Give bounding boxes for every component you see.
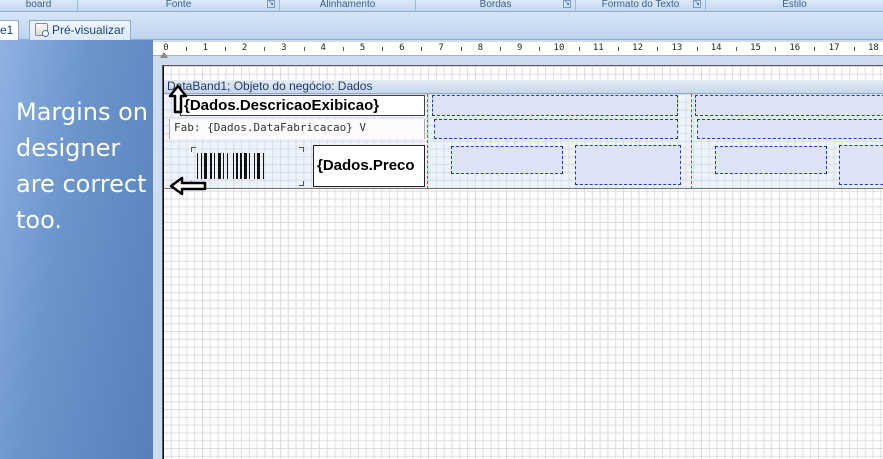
ruler-tick <box>264 47 266 51</box>
placeholder-fab-col3[interactable] <box>697 119 883 139</box>
preview-icon <box>35 23 49 37</box>
barcode-bar <box>263 153 264 179</box>
placeholder-preco-col3[interactable] <box>839 145 883 185</box>
placeholder-desc-col3[interactable] <box>695 95 883 116</box>
dialog-launcher-icon[interactable]: ↘ <box>267 0 275 8</box>
ribbon-group-bar: board Fonte ↘ Alinhamento Bordas ↘ Formato… <box>0 0 883 12</box>
ruler-number: 3 <box>281 43 287 53</box>
ribbon-group-borders: Bordas ↘ <box>416 0 576 12</box>
ruler-number: 17 <box>828 43 840 53</box>
ruler-number: 1 <box>202 43 209 53</box>
tab-page1[interactable]: e1 <box>0 20 20 40</box>
placeholder-fab-col2[interactable] <box>434 119 678 139</box>
ruler-tick <box>303 47 305 51</box>
ruler-tick <box>696 47 698 51</box>
ruler-tick <box>500 47 502 51</box>
ribbon-group-label: Bordas <box>479 0 512 10</box>
ribbon-group-alignment: Alinhamento <box>280 0 416 12</box>
barcode-bar <box>227 153 229 179</box>
ruler-number: 4 <box>320 43 326 53</box>
field-descricao[interactable]: {Dados.DescricaoExibicao} <box>180 95 425 116</box>
ribbon-group-label: Alinhamento <box>319 0 376 10</box>
document-tab-strip: e1 Pré-visualizar <box>0 12 883 40</box>
ruler-tick <box>224 47 226 51</box>
ribbon-group-label: Estilo <box>782 0 807 10</box>
column-margin-line <box>427 94 428 189</box>
ruler-tick <box>853 47 855 51</box>
databand[interactable]: {Dados.DescricaoExibicao} Fab: {Dados.Da… <box>163 94 883 189</box>
annotation-text: Margins on designer are correct too. <box>16 98 148 234</box>
ruler-number: 18 <box>867 43 879 53</box>
ruler-number: 7 <box>438 43 444 53</box>
barcode-bar <box>232 153 234 179</box>
ruler-number: 6 <box>399 43 405 53</box>
barcode-bar <box>253 153 255 179</box>
ruler-tick <box>814 47 816 51</box>
horizontal-ruler: 0 1 2 3 4 5 6 7 8 9 10 11 12 13 14 15 16 17 18 <box>153 42 883 56</box>
selection-corner <box>299 147 304 152</box>
ruler-number: 15 <box>750 43 761 53</box>
ruler-number: 12 <box>632 43 644 53</box>
tab-label: Pré-visualizar <box>52 23 125 37</box>
placeholder-preco-col2[interactable] <box>575 145 681 185</box>
ribbon-group-label: Fonte <box>165 0 192 10</box>
ruler-tick <box>342 47 344 51</box>
placeholder-barcode-col2[interactable] <box>451 146 563 174</box>
ruler-tick <box>775 47 777 51</box>
ribbon-group-clipboard: board <box>0 0 78 12</box>
barcode-bar <box>209 153 212 179</box>
column-margin-line <box>691 94 692 189</box>
ruler-tick <box>735 47 737 51</box>
barcode-bar <box>213 153 215 179</box>
arrow-up-icon <box>168 84 188 114</box>
ruler-number: 2 <box>241 43 248 53</box>
barcode-bar <box>235 153 238 179</box>
dialog-launcher-icon[interactable]: ↘ <box>693 0 701 8</box>
ruler-tick <box>382 47 384 51</box>
selection-corner <box>299 181 304 186</box>
arrow-left-icon <box>169 176 207 196</box>
field-preco[interactable]: {Dados.Preco <box>313 145 425 187</box>
ribbon-group-label: Formato do Texto <box>601 0 680 10</box>
barcode-bar <box>249 153 251 179</box>
ruler-number: 5 <box>359 43 366 53</box>
placeholder-desc-col2[interactable] <box>432 95 678 116</box>
ruler-tick <box>657 47 659 51</box>
placeholder-barcode-col3[interactable] <box>715 146 827 174</box>
ribbon-group-style: Estilo <box>706 0 883 12</box>
barcode-bar <box>240 153 242 179</box>
ruler-tick <box>578 47 580 51</box>
ruler-number: 9 <box>516 43 523 53</box>
tab-preview[interactable]: Pré-visualizar <box>29 20 131 40</box>
ruler-tick <box>421 47 423 51</box>
ruler-number: 11 <box>592 43 604 53</box>
barcode-bar <box>218 153 221 179</box>
ribbon-group-text-format: Formato do Texto ↘ <box>576 0 706 12</box>
ruler-number: 10 <box>553 43 565 53</box>
ruler-number: 8 <box>477 43 484 53</box>
ruler-tick <box>617 47 619 51</box>
ruler-margin-marker[interactable] <box>160 52 168 58</box>
ruler-number: 14 <box>710 43 722 53</box>
ruler-tick <box>185 47 187 51</box>
report-page[interactable]: DataBand1; Objeto do negócio: Dados {Dad… <box>162 65 883 459</box>
barcode-bar <box>223 153 225 179</box>
side-panel: Margins on designer are correct too. <box>0 40 153 459</box>
report-designer-canvas[interactable]: 0 1 2 3 4 5 6 7 8 9 10 11 12 13 14 15 16 17 18 DataBand1; … <box>153 40 883 459</box>
barcode-bar <box>256 153 260 179</box>
selection-corner <box>191 147 196 152</box>
databand-header[interactable]: DataBand1; Objeto do negócio: Dados <box>163 80 883 94</box>
ruler-tick <box>539 47 541 51</box>
tab-label: e1 <box>0 23 14 37</box>
ruler-tick <box>460 47 462 51</box>
ruler-number: 16 <box>789 43 801 53</box>
ribbon-group-font: Fonte ↘ <box>78 0 280 12</box>
ribbon-group-label: board <box>25 0 52 10</box>
dialog-launcher-icon[interactable]: ↘ <box>563 0 571 8</box>
barcode-bar <box>244 153 248 179</box>
ruler-number: 13 <box>671 43 683 53</box>
field-fabricacao[interactable]: Fab: {Dados.DataFabricacao} V <box>169 119 425 139</box>
